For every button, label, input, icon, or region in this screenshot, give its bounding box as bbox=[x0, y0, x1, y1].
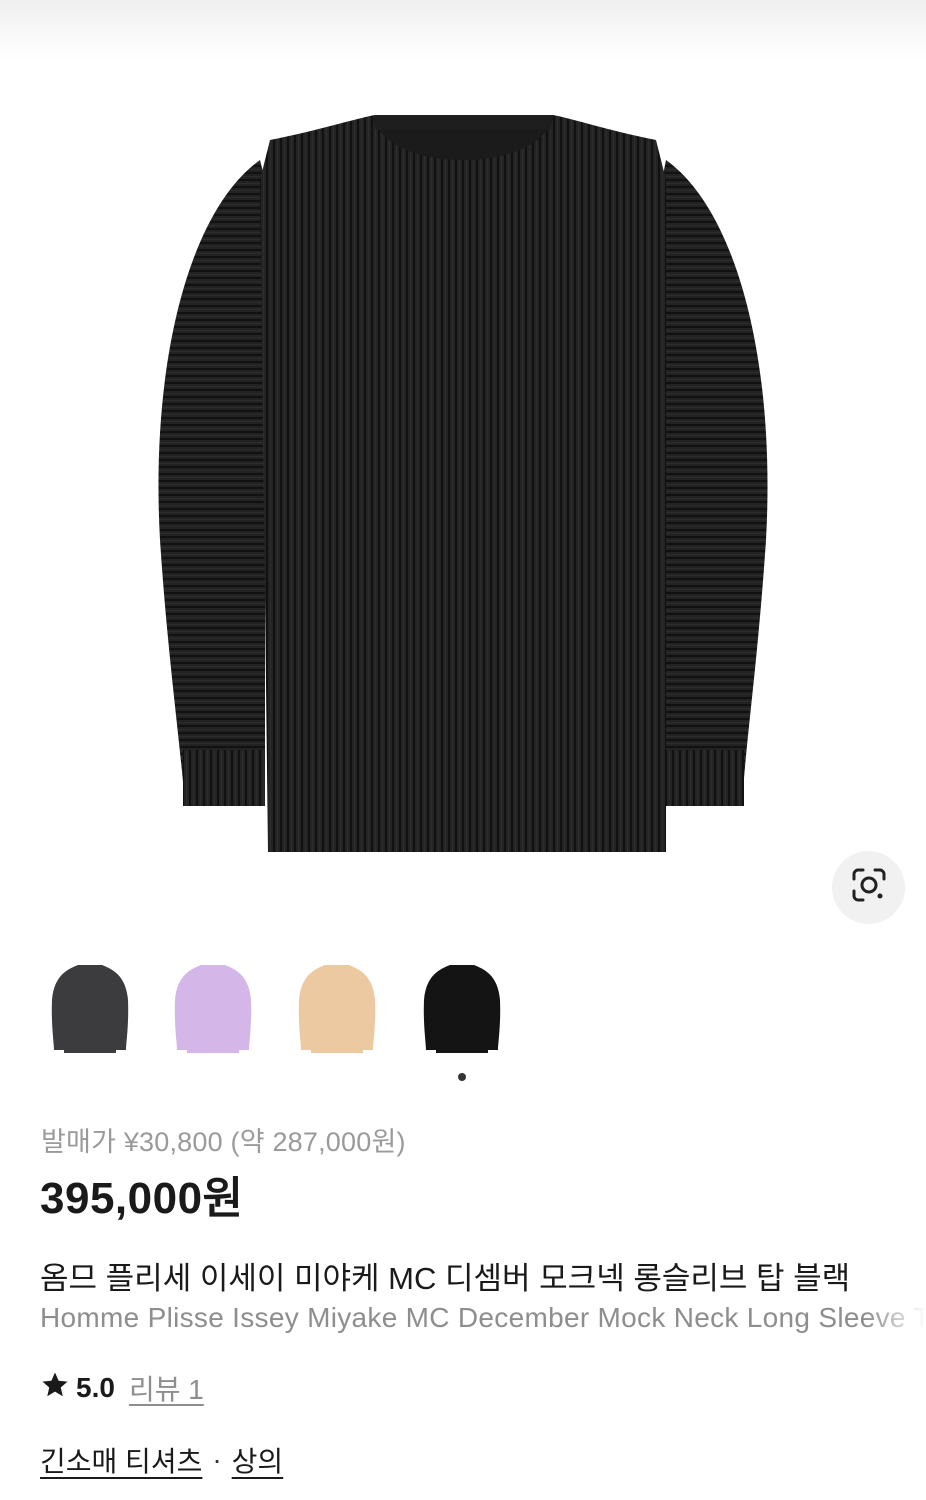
reviews-link[interactable]: 리뷰 1 bbox=[129, 1368, 204, 1408]
product-title-english: Homme Plisse Issey Miyake MC December Mo… bbox=[40, 1302, 926, 1333]
sweater-illustration bbox=[158, 115, 768, 852]
thumbnail-beige[interactable] bbox=[287, 950, 387, 1060]
product-title-korean: 옴므 플리세 이세이 미야케 MC 디셈버 모크넥 롱슬리브 탑 블랙 bbox=[40, 1261, 851, 1296]
price: 395,000원 bbox=[40, 1174, 244, 1223]
top-fade bbox=[0, 0, 926, 60]
star-icon bbox=[40, 1370, 70, 1407]
category-link-tops[interactable]: 상의 bbox=[232, 1440, 284, 1480]
color-thumbnail-list bbox=[40, 950, 900, 1070]
selected-thumbnail-indicator bbox=[458, 1073, 466, 1081]
lens-search-icon bbox=[849, 865, 889, 910]
product-image[interactable] bbox=[0, 60, 926, 930]
thumbnail-charcoal[interactable] bbox=[40, 950, 140, 1060]
rating-score: 5.0 bbox=[76, 1372, 115, 1403]
category-breadcrumb: 긴소매 티셔츠 · 상의 bbox=[40, 1440, 283, 1480]
rating-row: 5.0 리뷰 1 bbox=[40, 1368, 204, 1408]
release-price: 발매가 ¥30,800 (약 287,000원) bbox=[41, 1127, 406, 1157]
lens-search-button[interactable] bbox=[832, 851, 905, 924]
category-link-long-sleeve-tshirt[interactable]: 긴소매 티셔츠 bbox=[40, 1440, 202, 1480]
thumbnail-lavender[interactable] bbox=[163, 950, 263, 1060]
thumbnail-black[interactable] bbox=[412, 950, 512, 1060]
category-separator: · bbox=[212, 1444, 222, 1475]
title-fade-overlay bbox=[866, 1248, 926, 1343]
